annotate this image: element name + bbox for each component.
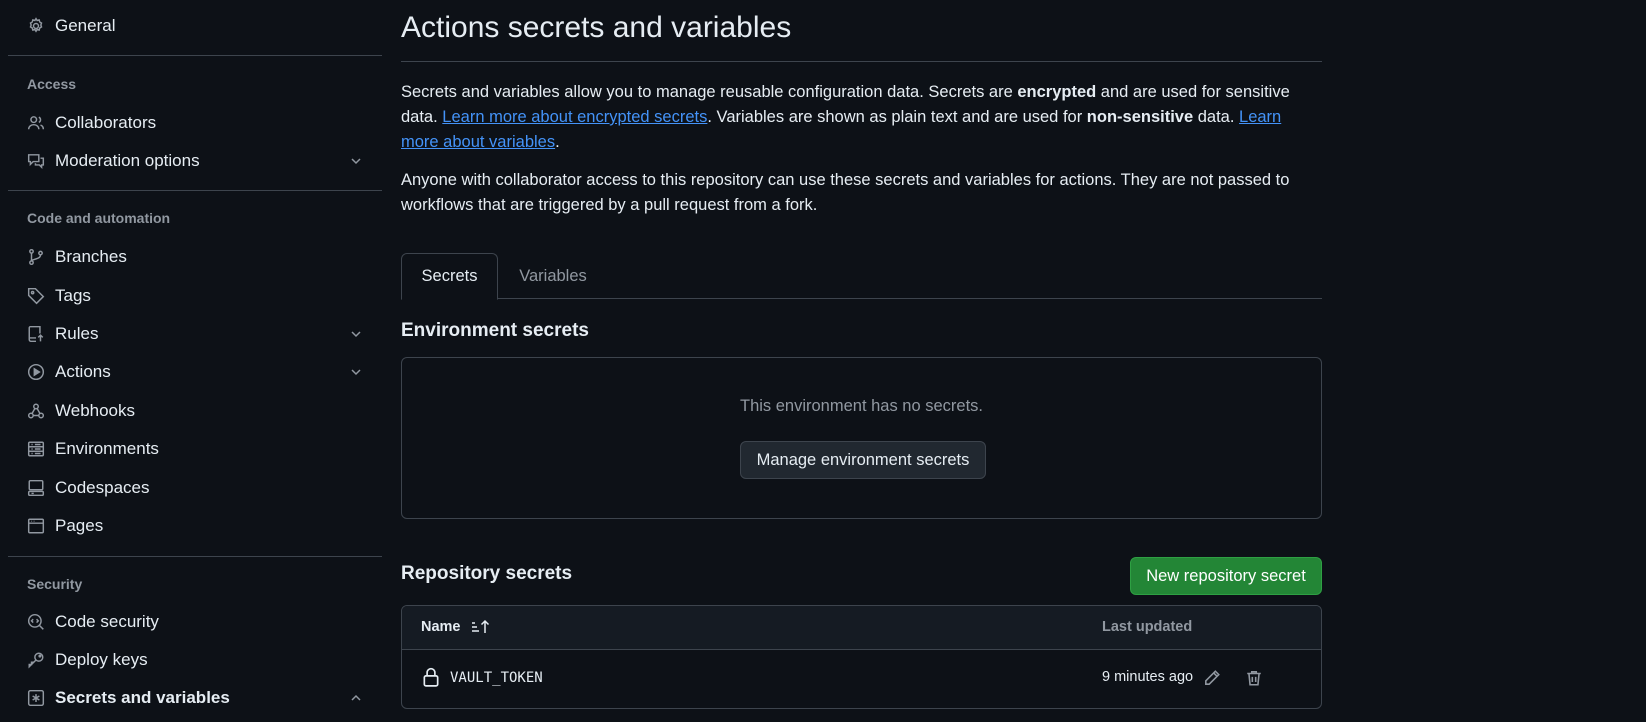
sidebar-item-moderation-options[interactable]: Moderation options xyxy=(8,144,382,178)
sidebar-item-branches[interactable]: Branches xyxy=(8,240,382,274)
intro-text: data. xyxy=(1193,108,1240,126)
access-note: Anyone with collaborator access to this … xyxy=(401,171,1290,214)
repository-secrets-title: Repository secrets xyxy=(401,563,573,584)
settings-sidebar: General Access Collaborators Moderation … xyxy=(8,0,382,722)
people-icon xyxy=(26,113,46,133)
page-title: Actions secrets and variables xyxy=(401,11,792,44)
chevron-up-icon[interactable] xyxy=(348,690,364,706)
last-updated-column-header: Last updated xyxy=(1102,619,1193,635)
webhook-icon xyxy=(26,401,46,421)
chevron-down-icon[interactable] xyxy=(348,153,364,169)
sidebar-item-label: Branches xyxy=(55,247,127,266)
server-icon xyxy=(26,439,46,459)
tabs: Secrets Variables xyxy=(401,253,1322,300)
intro-emphasis: encrypted xyxy=(1017,83,1097,101)
sidebar-item-label: Webhooks xyxy=(55,401,136,420)
sidebar-item-label: General xyxy=(55,16,116,35)
sidebar-item-label: Environments xyxy=(55,439,159,458)
sidebar-heading-security: Security xyxy=(27,576,83,592)
sidebar-item-label: Moderation options xyxy=(55,151,200,170)
sidebar-item-label: Pages xyxy=(55,516,104,535)
sidebar-item-environments[interactable]: Environments xyxy=(8,432,382,466)
sidebar-item-label: Tags xyxy=(55,286,91,305)
codespaces-icon xyxy=(26,478,46,498)
trash-icon[interactable] xyxy=(1240,664,1268,692)
sidebar-heading-access: Access xyxy=(27,76,77,92)
codescan-icon xyxy=(26,612,46,632)
sidebar-divider xyxy=(8,556,382,557)
intro-paragraph: Secrets and variables allow you to manag… xyxy=(401,80,1322,155)
table-header: Name Last updated xyxy=(402,606,1321,650)
intro-text: Secrets and variables allow you to manag… xyxy=(401,83,1018,101)
key-asterisk-icon xyxy=(26,688,46,708)
empty-state-text: This environment has no secrets. xyxy=(739,397,984,415)
sidebar-divider xyxy=(8,190,382,191)
comment-discussion-icon xyxy=(26,151,46,171)
key-icon xyxy=(26,650,46,670)
manage-environment-secrets-button[interactable]: Manage environment secrets xyxy=(740,441,986,479)
tag-icon xyxy=(26,286,46,306)
sidebar-item-actions[interactable]: Actions xyxy=(8,355,382,389)
sidebar-item-tags[interactable]: Tags xyxy=(8,279,382,313)
sidebar-item-collaborators[interactable]: Collaborators xyxy=(8,106,382,140)
sidebar-item-label: Codespaces xyxy=(55,478,150,497)
name-column-header[interactable]: Name xyxy=(421,619,491,635)
sidebar-heading-code-automation: Code and automation xyxy=(27,210,171,226)
browser-icon xyxy=(26,516,46,536)
secret-last-updated: 9 minutes ago xyxy=(1102,669,1194,685)
gear-icon xyxy=(26,16,46,36)
sidebar-item-webhooks[interactable]: Webhooks xyxy=(8,394,382,428)
intro-emphasis: non-sensitive xyxy=(1086,108,1194,126)
sidebar-divider xyxy=(8,55,382,56)
sidebar-item-general[interactable]: General xyxy=(8,9,382,43)
play-icon xyxy=(26,362,46,382)
sidebar-item-label: Actions xyxy=(55,362,111,381)
sidebar-item-deploy-keys[interactable]: Deploy keys xyxy=(8,643,382,677)
chevron-down-icon[interactable] xyxy=(348,326,364,342)
environment-secrets-title: Environment secrets xyxy=(401,320,589,341)
git-branch-icon xyxy=(26,247,46,267)
sort-ascending-icon xyxy=(471,619,489,633)
chevron-down-icon[interactable] xyxy=(348,364,364,380)
sidebar-item-code-security[interactable]: Code security xyxy=(8,605,382,639)
sidebar-item-rules[interactable]: Rules xyxy=(8,317,382,351)
column-label: Name xyxy=(421,619,461,635)
environment-secrets-box: This environment has no secrets. Manage … xyxy=(401,357,1322,519)
new-repository-secret-button[interactable]: New repository secret xyxy=(1130,557,1322,595)
table-row: VAULT_TOKEN 9 minutes ago xyxy=(402,650,1321,708)
intro-text: . Variables are shown as plain text and … xyxy=(707,108,1087,126)
sidebar-item-codespaces[interactable]: Codespaces xyxy=(8,471,382,505)
sidebar-item-secrets-and-variables[interactable]: Secrets and variables xyxy=(8,681,382,715)
sidebar-item-label: Secrets and variables xyxy=(55,688,230,707)
sidebar-item-label: Rules xyxy=(55,324,99,343)
tab-variables[interactable]: Variables xyxy=(498,253,608,300)
title-divider xyxy=(401,61,1322,62)
pencil-icon[interactable] xyxy=(1198,664,1226,692)
secret-name: VAULT_TOKEN xyxy=(450,670,543,686)
sidebar-item-label: Code security xyxy=(55,612,159,631)
sidebar-item-label: Collaborators xyxy=(55,113,157,132)
sidebar-item-label: Deploy keys xyxy=(55,650,148,669)
sidebar-item-pages[interactable]: Pages xyxy=(8,509,382,543)
learn-encrypted-secrets-link[interactable]: Learn more about encrypted secrets xyxy=(442,108,707,126)
intro-text: . xyxy=(555,133,560,151)
repository-secrets-table: Name Last updated VAULT_TOKEN 9 minutes … xyxy=(401,605,1322,709)
lock-icon xyxy=(423,667,439,687)
repo-push-icon xyxy=(26,324,46,344)
tab-secrets[interactable]: Secrets xyxy=(401,253,498,300)
